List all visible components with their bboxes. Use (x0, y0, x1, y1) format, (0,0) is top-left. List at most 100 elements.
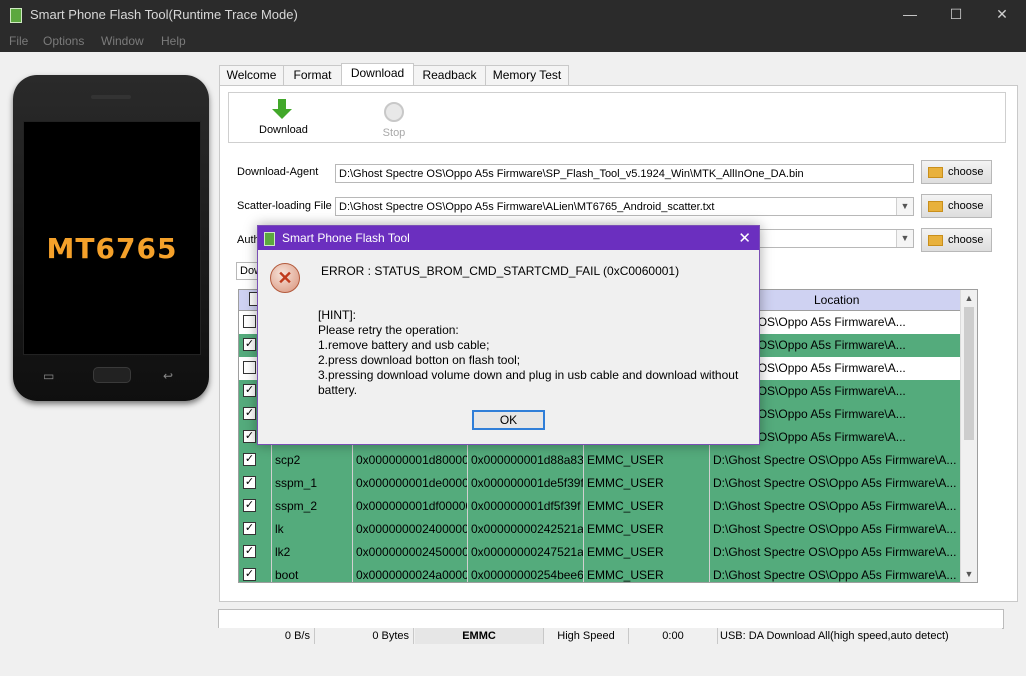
tab-readback[interactable]: Readback (413, 65, 486, 86)
table-scrollbar[interactable]: ▲ ▼ (960, 290, 977, 582)
scatter-label: Scatter-loading File (237, 200, 332, 212)
download-agent-label: Download-Agent (237, 166, 319, 178)
scroll-down-icon[interactable]: ▼ (961, 566, 977, 582)
row-checkbox[interactable] (243, 315, 256, 328)
table-row[interactable]: ✓ sspm_2 0x000000001df00000 0x000000001df5f… (239, 495, 961, 518)
auth-choose-button[interactable]: choose (921, 228, 992, 252)
table-row[interactable]: ✓ lk 0x0000000024000000 0x00000000242521af E… (239, 518, 961, 541)
stop-icon (384, 102, 404, 122)
ok-button[interactable]: OK (472, 410, 545, 430)
cell-begin: 0x0000000024a00000 (353, 564, 468, 582)
cell-location: D:\Ghost Spectre OS\Oppo A5s Firmware\A.… (710, 518, 961, 541)
choose-label: choose (948, 234, 984, 246)
cell-begin: 0x0000000024500000 (353, 541, 468, 564)
menu-window[interactable]: Window (101, 34, 144, 48)
status-bytes: 0 Bytes (316, 628, 414, 644)
cell-begin: 0x000000001d800000 (353, 449, 468, 472)
error-dialog: Smart Phone Flash Tool ✕ ✕ ERROR : STATU… (257, 225, 760, 445)
row-checkbox[interactable]: ✓ (243, 407, 256, 420)
status-speed: 0 B/s (218, 628, 315, 644)
tab-memory-test[interactable]: Memory Test (485, 65, 569, 86)
tab-download[interactable]: Download (341, 63, 414, 86)
row-checkbox[interactable]: ✓ (243, 499, 256, 512)
cell-location: D:\Ghost Spectre OS\Oppo A5s Firmware\A.… (710, 472, 961, 495)
hint-line: 2.press download botton on flash tool; (318, 353, 521, 367)
title-bar: Smart Phone Flash Tool(Runtime Trace Mod… (0, 0, 1026, 30)
back-key-icon: ↩ (163, 369, 174, 383)
stop-label: Stop (382, 127, 406, 139)
cell-begin: 0x000000001de00000 (353, 472, 468, 495)
scatter-file-field[interactable]: D:\Ghost Spectre OS\Oppo A5s Firmware\AL… (335, 197, 914, 216)
dialog-title-bar: Smart Phone Flash Tool ✕ (258, 226, 759, 250)
hint-line: 1.remove battery and usb cable; (318, 338, 490, 352)
cell-end: 0x00000000247521af (468, 541, 584, 564)
cell-begin: 0x000000001df00000 (353, 495, 468, 518)
row-checkbox[interactable]: ✓ (243, 476, 256, 489)
cell-end: 0x000000001de5f39f (468, 472, 584, 495)
row-checkbox[interactable]: ✓ (243, 453, 256, 466)
status-storage: EMMC (415, 628, 544, 644)
row-checkbox[interactable] (243, 361, 256, 374)
tab-format[interactable]: Format (283, 65, 342, 86)
scatter-choose-button[interactable]: choose (921, 194, 992, 218)
row-checkbox[interactable]: ✓ (243, 522, 256, 535)
download-agent-choose-button[interactable]: choose (921, 160, 992, 184)
tab-welcome[interactable]: Welcome (219, 65, 284, 86)
menu-bar: File Options Window Help (0, 30, 1026, 52)
close-button[interactable]: ✕ (979, 0, 1025, 30)
download-button[interactable]: Download (259, 99, 308, 136)
scatter-file-value: D:\Ghost Spectre OS\Oppo A5s Firmware\AL… (339, 201, 715, 213)
download-arrow-icon (272, 99, 292, 121)
folder-icon (928, 167, 943, 178)
status-bar: 0 B/s 0 Bytes EMMC High Speed 0:00 USB: … (218, 628, 1002, 644)
cell-name: boot (272, 564, 353, 582)
minimize-button[interactable]: — (887, 0, 933, 30)
stop-button[interactable]: Stop (379, 99, 409, 139)
cell-name: scp2 (272, 449, 353, 472)
table-row[interactable]: ✓ boot 0x0000000024a00000 0x00000000254bee6… (239, 564, 961, 582)
table-row[interactable]: ✓ lk2 0x0000000024500000 0x00000000247521af… (239, 541, 961, 564)
location-header: Location (814, 293, 860, 307)
dialog-close-button[interactable]: ✕ (738, 229, 751, 247)
status-time: 0:00 (629, 628, 718, 644)
table-row[interactable]: ✓ sspm_1 0x000000001de00000 0x000000001de5f… (239, 472, 961, 495)
menu-key-icon: ▭ (43, 369, 55, 383)
status-message: USB: DA Download All(high speed,auto det… (720, 630, 949, 642)
chevron-down-icon[interactable]: ▼ (896, 230, 913, 247)
maximize-button[interactable]: ☐ (933, 0, 979, 30)
hint-line: 3.pressing download volume down and plug… (318, 368, 739, 382)
cell-name: sspm_1 (272, 472, 353, 495)
row-checkbox[interactable]: ✓ (243, 568, 256, 581)
scroll-thumb[interactable] (964, 307, 974, 440)
download-agent-field[interactable]: D:\Ghost Spectre OS\Oppo A5s Firmware\SP… (335, 164, 914, 183)
chevron-down-icon[interactable]: ▼ (896, 198, 913, 215)
row-checkbox[interactable]: ✓ (243, 545, 256, 558)
cell-region: EMMC_USER (584, 518, 710, 541)
download-label: Download (259, 124, 308, 136)
cell-end: 0x00000000242521af (468, 518, 584, 541)
menu-options[interactable]: Options (43, 34, 84, 48)
row-checkbox[interactable]: ✓ (243, 384, 256, 397)
dialog-title: Smart Phone Flash Tool (282, 231, 410, 245)
chip-label: MT6765 (46, 232, 178, 265)
cell-region: EMMC_USER (584, 449, 710, 472)
row-checkbox-cell: ✓ (239, 541, 272, 564)
table-row[interactable]: ✓ scp2 0x000000001d800000 0x000000001d88a83… (239, 449, 961, 472)
choose-label: choose (948, 200, 984, 212)
row-checkbox-cell: ✓ (239, 518, 272, 541)
row-checkbox[interactable]: ✓ (243, 338, 256, 351)
phone-screen: MT6765 (23, 121, 201, 355)
row-checkbox[interactable]: ✓ (243, 430, 256, 443)
window-title: Smart Phone Flash Tool(Runtime Trace Mod… (30, 7, 298, 22)
cell-location: D:\Ghost Spectre OS\Oppo A5s Firmware\A.… (710, 541, 961, 564)
scroll-up-icon[interactable]: ▲ (961, 290, 977, 306)
cell-end: 0x00000000254bee6f (468, 564, 584, 582)
folder-icon (928, 201, 943, 212)
menu-help[interactable]: Help (161, 34, 186, 48)
cell-region: EMMC_USER (584, 495, 710, 518)
home-button-icon (93, 367, 131, 383)
app-icon (10, 8, 22, 23)
phone-image: MT6765 ▭ ↩ (13, 75, 209, 401)
row-checkbox-cell: ✓ (239, 472, 272, 495)
menu-file[interactable]: File (9, 34, 28, 48)
